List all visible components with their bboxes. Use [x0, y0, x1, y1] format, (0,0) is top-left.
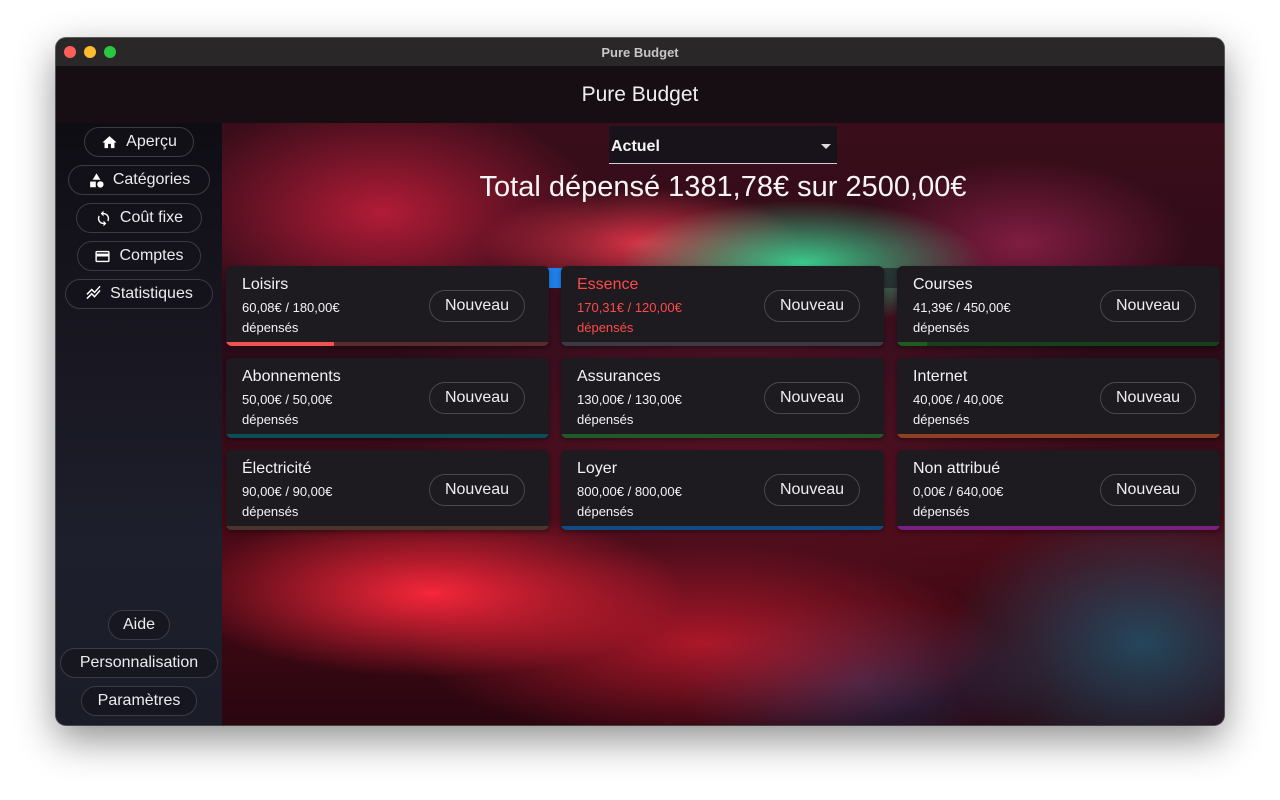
category-spent-label: dépensés — [913, 412, 970, 427]
new-expense-button[interactable]: Nouveau — [429, 474, 525, 506]
category-card[interactable]: Abonnements 50,00€ / 50,00€ dépensés Nouvea… — [226, 358, 549, 438]
category-amount: 130,00€ / 130,00€ — [577, 392, 682, 407]
category-progress-fill — [226, 342, 334, 346]
main-content: Actuel Total dépensé 1381,78€ sur 2500,0… — [222, 123, 1224, 725]
category-progress-fill — [226, 526, 549, 530]
category-amount: 170,31€ / 120,00€ — [577, 300, 682, 315]
category-card[interactable]: Essence 170,31€ / 120,00€ dépensés Nouveau — [561, 266, 884, 346]
sidebar-item-label: Catégories — [112, 171, 191, 188]
new-expense-button[interactable]: Nouveau — [764, 290, 860, 322]
app-header: Pure Budget — [56, 67, 1224, 123]
shapes-icon — [89, 172, 104, 188]
category-amount: 41,39€ / 450,00€ — [913, 300, 1011, 315]
category-amount: 60,08€ / 180,00€ — [242, 300, 340, 315]
category-spent-label: dépensés — [913, 320, 970, 335]
sidebar-item-label: Comptes — [119, 247, 184, 264]
window-controls — [64, 46, 116, 58]
category-name: Loyer — [577, 460, 618, 477]
new-expense-button[interactable]: Nouveau — [764, 382, 860, 414]
category-card[interactable]: Assurances 130,00€ / 130,00€ dépensés Nouve… — [561, 358, 884, 438]
new-expense-button[interactable]: Nouveau — [1100, 290, 1196, 322]
category-progress-track — [897, 342, 1220, 346]
category-amount: 50,00€ / 50,00€ — [242, 392, 333, 407]
sidebar-item-label: Personnalisation — [79, 654, 199, 671]
category-progress-fill — [897, 342, 927, 346]
category-progress-fill — [226, 434, 549, 438]
category-progress-fill — [561, 342, 884, 346]
maximize-window-button[interactable] — [104, 46, 116, 58]
sidebar-item-label: Statistiques — [110, 285, 193, 302]
category-spent-label: dépensés — [913, 504, 970, 519]
sidebar-item-categories[interactable]: Catégories — [68, 165, 210, 195]
title-bar: Pure Budget — [56, 38, 1224, 67]
category-card[interactable]: Loisirs 60,08€ / 180,00€ dépensés Nouveau — [226, 266, 549, 346]
category-progress-fill — [897, 526, 1220, 530]
category-name: Non attribué — [913, 460, 1001, 477]
app-window: Pure Budget Pure Budget Aperçu Catégorie… — [56, 38, 1224, 725]
recurring-icon — [97, 210, 110, 226]
category-name: Essence — [577, 276, 639, 293]
sidebar-item-cout-fixe[interactable]: Coût fixe — [76, 203, 202, 233]
category-amount: 0,00€ / 640,00€ — [913, 484, 1004, 499]
category-amount: 90,00€ / 90,00€ — [242, 484, 333, 499]
category-name: Courses — [913, 276, 973, 293]
sidebar-item-label: Coût fixe — [119, 209, 184, 226]
sidebar-item-statistiques[interactable]: Statistiques — [65, 279, 213, 309]
chart-icon — [86, 285, 101, 299]
category-progress-fill — [561, 526, 884, 530]
sidebar-item-label: Aperçu — [126, 133, 177, 150]
category-spent-label: dépensés — [577, 504, 634, 519]
category-spent-label: dépensés — [242, 504, 299, 519]
new-expense-button[interactable]: Nouveau — [1100, 474, 1196, 506]
minimize-window-button[interactable] — [84, 46, 96, 58]
sidebar-item-aide[interactable]: Aide — [108, 610, 170, 640]
category-card[interactable]: Non attribué 0,00€ / 640,00€ dépensés Nouve… — [897, 450, 1220, 530]
sidebar-item-personnalisation[interactable]: Personnalisation — [60, 648, 218, 678]
category-amount: 800,00€ / 800,00€ — [577, 484, 682, 499]
sidebar-item-label: Paramètres — [97, 692, 181, 709]
total-spent-heading: Total dépensé 1381,78€ sur 2500,00€ — [479, 171, 967, 203]
category-card[interactable]: Courses 41,39€ / 450,00€ dépensés Nouveau — [897, 266, 1220, 346]
sidebar-item-comptes[interactable]: Comptes — [77, 241, 201, 271]
sidebar: Aperçu Catégories Coût fixe Comptes Stat… — [56, 123, 222, 725]
home-icon — [102, 135, 117, 148]
new-expense-button[interactable]: Nouveau — [429, 382, 525, 414]
category-card[interactable]: Électricité 90,00€ / 90,00€ dépensés Nouvea… — [226, 450, 549, 530]
new-expense-button[interactable]: Nouveau — [764, 474, 860, 506]
sidebar-item-label: Aide — [122, 616, 156, 633]
period-dropdown[interactable]: Actuel — [609, 126, 837, 164]
category-progress-fill — [561, 434, 884, 438]
category-amount: 40,00€ / 40,00€ — [913, 392, 1004, 407]
sidebar-item-apercu[interactable]: Aperçu — [84, 127, 194, 157]
close-window-button[interactable] — [64, 46, 76, 58]
period-selected-value: Actuel — [611, 137, 660, 155]
category-name: Loisirs — [242, 276, 289, 293]
category-spent-label: dépensés — [577, 320, 634, 335]
category-progress-fill — [897, 434, 1220, 438]
category-name: Abonnements — [242, 368, 341, 385]
chevron-down-icon — [821, 144, 831, 149]
category-card[interactable]: Loyer 800,00€ / 800,00€ dépensés Nouveau — [561, 450, 884, 530]
category-name: Assurances — [577, 368, 661, 385]
category-name: Internet — [913, 368, 968, 385]
sidebar-item-parametres[interactable]: Paramètres — [81, 686, 197, 716]
new-expense-button[interactable]: Nouveau — [1100, 382, 1196, 414]
category-spent-label: dépensés — [242, 320, 299, 335]
app-title: Pure Budget — [581, 83, 699, 106]
category-card[interactable]: Internet 40,00€ / 40,00€ dépensés Nouveau — [897, 358, 1220, 438]
window-title: Pure Budget — [601, 44, 679, 60]
category-spent-label: dépensés — [242, 412, 299, 427]
category-name: Électricité — [242, 460, 312, 477]
wallet-icon — [95, 250, 111, 262]
new-expense-button[interactable]: Nouveau — [429, 290, 525, 322]
category-spent-label: dépensés — [577, 412, 634, 427]
